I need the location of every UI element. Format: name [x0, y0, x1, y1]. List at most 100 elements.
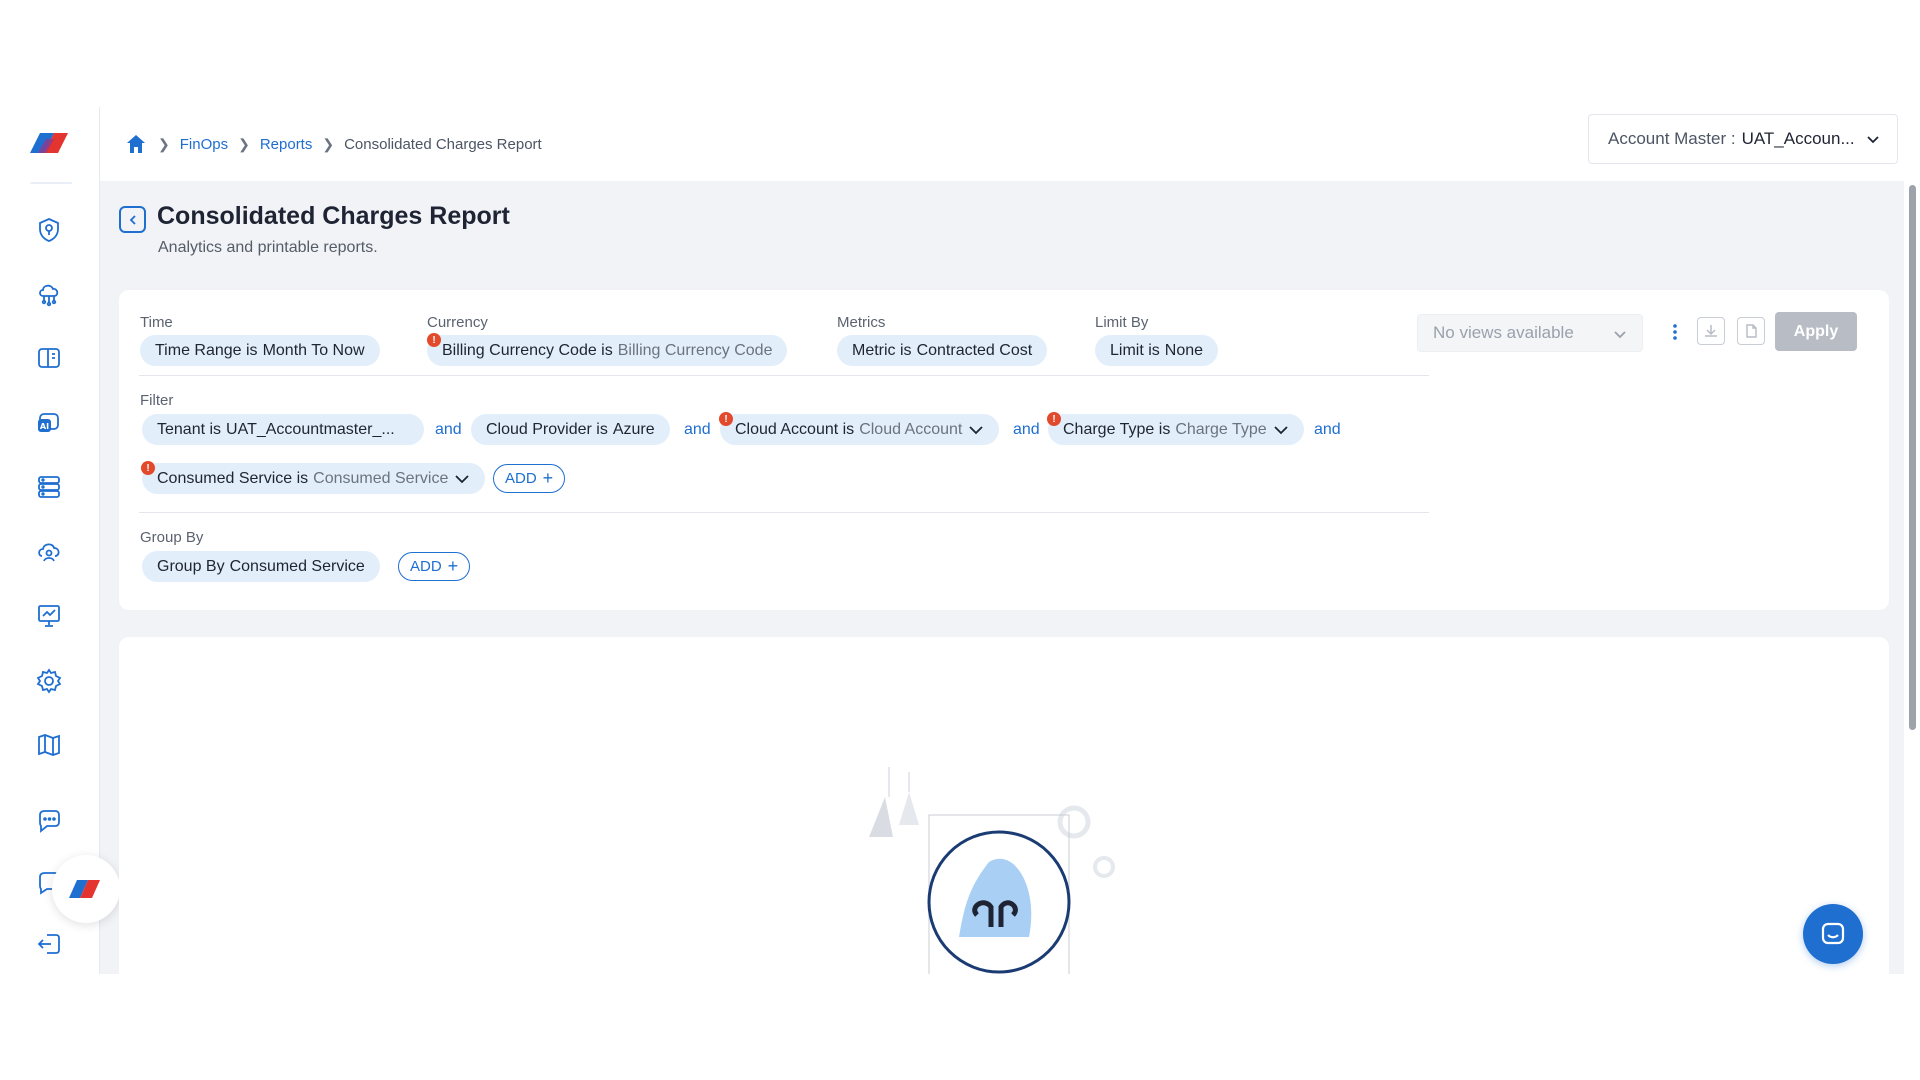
chip-placeholder: Billing Currency Code [617, 341, 773, 359]
chip-key: Group By [157, 557, 225, 575]
warning-icon: ! [719, 412, 733, 426]
account-value: UAT_Accoun... [1741, 129, 1855, 148]
download-icon [1705, 325, 1717, 337]
chevron-down-icon [1867, 136, 1879, 144]
add-filter-button[interactable]: ADD + [493, 464, 566, 493]
breadcrumb-finops[interactable]: FinOps [180, 136, 228, 153]
cloud-network-icon[interactable] [34, 279, 64, 309]
group-by-chip[interactable]: Group By Consumed Service [142, 551, 380, 582]
document-icon [1746, 324, 1757, 338]
chip-value: UAT_Accountmaster_... [226, 420, 395, 438]
tenant-chip[interactable]: Tenant is UAT_Accountmaster_... [142, 414, 424, 445]
time-label: Time [140, 314, 173, 331]
chip-key: Charge Type is [1063, 420, 1171, 438]
currency-label: Currency [427, 314, 488, 331]
and-connector: and [1013, 421, 1040, 438]
and-connector: and [1314, 421, 1341, 438]
breadcrumb: ❯ FinOps ❯ Reports ❯ Consolidated Charge… [124, 132, 542, 156]
top-header: ❯ FinOps ❯ Reports ❯ Consolidated Charge… [100, 107, 1920, 181]
chevron-right-icon: ❯ [322, 135, 335, 152]
download-button[interactable] [1697, 317, 1725, 345]
warning-icon: ! [427, 333, 441, 347]
map-book-icon[interactable] [34, 730, 64, 760]
chip-key: Cloud Provider is [486, 420, 608, 438]
chevron-down-icon [1274, 425, 1288, 434]
cloud-provider-chip[interactable]: Cloud Provider is Azure [471, 414, 670, 445]
charge-type-chip[interactable]: Charge Type is Charge Type [1048, 414, 1304, 445]
filter-label: Filter [140, 392, 174, 409]
chevron-down-icon [969, 425, 984, 434]
chip-value: Month To Now [262, 341, 365, 359]
chip-key: Limit is [1110, 341, 1160, 359]
floating-brand-button[interactable] [52, 855, 120, 923]
time-range-chip[interactable]: Time Range is Month To Now [140, 335, 380, 366]
breadcrumb-current: Consolidated Charges Report [344, 135, 542, 153]
location-shield-icon[interactable] [34, 215, 64, 245]
views-placeholder: No views available [1433, 323, 1574, 342]
chevron-right-icon: ❯ [158, 135, 170, 152]
report-results-card [119, 637, 1889, 974]
svg-text:AI: AI [40, 422, 49, 431]
add-label: ADD [505, 470, 537, 487]
warning-icon: ! [1047, 412, 1061, 426]
sidebar: AI [0, 107, 100, 974]
chip-value: None [1164, 341, 1204, 359]
presentation-chart-icon[interactable] [34, 601, 64, 631]
settings-gear-icon[interactable] [34, 666, 64, 696]
chip-placeholder: Consumed Service [313, 469, 449, 487]
chip-key: Metric is [852, 341, 912, 359]
chat-icon [1821, 922, 1845, 945]
chip-key: Consumed Service is [157, 469, 309, 487]
cloud-account-chip[interactable]: Cloud Account is Cloud Account [720, 414, 1000, 445]
chip-value: Azure [612, 420, 655, 438]
app-shell: AI ❯ FinOps ❯ Reports ❯ Consolidated Cha… [0, 107, 1920, 974]
chip-key: Billing Currency Code is [442, 341, 613, 359]
metric-chip[interactable]: Metric is Contracted Cost [837, 335, 1048, 366]
chevron-down-icon [1614, 331, 1626, 339]
apply-button[interactable]: Apply [1775, 312, 1857, 351]
section-divider [139, 375, 1429, 376]
cloud-people-icon[interactable] [34, 537, 64, 567]
consumed-service-chip[interactable]: Consumed Service is Consumed Service [142, 463, 486, 494]
account-label: Account Master : [1608, 129, 1736, 148]
chip-key: Cloud Account is [735, 420, 855, 438]
logo-divider [30, 182, 72, 184]
and-connector: and [684, 421, 711, 438]
chevron-left-icon [129, 214, 136, 225]
billing-currency-chip[interactable]: Billing Currency Code is Billing Currenc… [427, 335, 788, 366]
chip-value: Contracted Cost [916, 341, 1033, 359]
chip-key: Tenant is [157, 420, 222, 438]
section-divider [139, 512, 1429, 513]
chat-launcher-button[interactable] [1803, 904, 1863, 964]
chip-placeholder: Cloud Account [859, 420, 963, 438]
chevron-down-icon [455, 474, 469, 483]
chip-placeholder: Charge Type [1175, 420, 1267, 438]
add-group-button[interactable]: ADD + [398, 552, 471, 581]
panels-icon[interactable] [34, 343, 64, 373]
plus-icon: + [542, 468, 554, 488]
brand-logo[interactable] [24, 125, 76, 161]
breadcrumb-reports[interactable]: Reports [260, 136, 313, 153]
empty-state-illustration [869, 767, 1115, 974]
account-master-select[interactable]: Account Master : UAT_Accoun... [1588, 114, 1898, 164]
scrollbar-thumb[interactable] [1909, 185, 1916, 730]
limit-chip[interactable]: Limit is None [1095, 335, 1219, 366]
warning-icon: ! [141, 461, 155, 475]
add-label: ADD [410, 558, 442, 575]
export-button[interactable] [1737, 317, 1765, 345]
home-icon[interactable] [124, 132, 148, 156]
saved-views-select[interactable]: No views available [1417, 314, 1643, 352]
metrics-label: Metrics [837, 314, 886, 331]
more-options-icon[interactable] [1668, 320, 1682, 344]
ai-chat-icon[interactable]: AI [34, 408, 64, 438]
limit-by-label: Limit By [1095, 314, 1149, 331]
back-button[interactable] [119, 206, 146, 233]
page-subtitle: Analytics and printable reports. [158, 239, 378, 256]
group-by-label: Group By [140, 529, 204, 546]
and-connector: and [435, 421, 462, 438]
chat-dots-icon[interactable] [34, 806, 64, 836]
logout-icon[interactable] [34, 929, 64, 959]
brand-mark-icon [69, 880, 100, 898]
server-list-icon[interactable] [34, 472, 64, 502]
plus-icon: + [447, 556, 459, 576]
